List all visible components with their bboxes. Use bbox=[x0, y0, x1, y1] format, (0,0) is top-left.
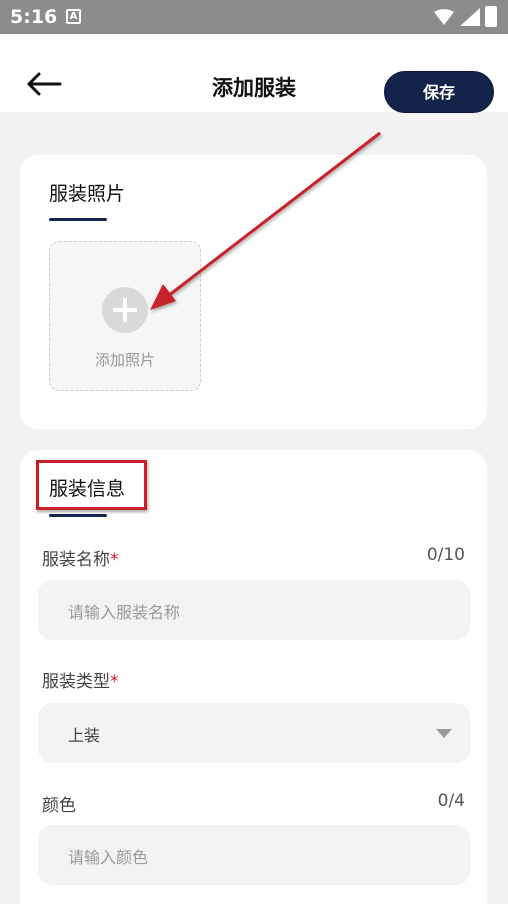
type-select[interactable]: 上装 bbox=[38, 703, 470, 763]
dropdown-triangle-icon bbox=[436, 729, 452, 738]
photo-section-title: 服装照片 bbox=[49, 183, 126, 205]
color-field-label: 颜色 bbox=[42, 796, 76, 816]
info-card: 服装信息 服装名称* 0/10 请输入服装名称 服装类型* 上装 颜色 0/4 … bbox=[20, 450, 487, 904]
top-bar: 添加服装 保存 bbox=[0, 34, 508, 113]
add-photo-button[interactable]: 添加照片 bbox=[49, 241, 201, 391]
annotation-highlight-box bbox=[36, 460, 147, 510]
wifi-icon bbox=[434, 9, 454, 25]
color-input[interactable]: 请输入颜色 bbox=[38, 825, 470, 885]
name-char-count: 0/10 bbox=[426, 545, 465, 565]
type-select-value: 上装 bbox=[68, 726, 101, 745]
plus-icon bbox=[102, 287, 148, 333]
battery-icon bbox=[485, 6, 497, 27]
name-field-label: 服装名称* bbox=[42, 550, 119, 570]
status-bar: 5:16 A bbox=[0, 0, 508, 34]
required-star: * bbox=[110, 672, 119, 692]
required-star: * bbox=[110, 550, 119, 570]
name-input-placeholder: 请输入服装名称 bbox=[68, 603, 181, 622]
photo-section-underline bbox=[49, 218, 107, 221]
save-button[interactable]: 保存 bbox=[384, 71, 494, 113]
type-field-label: 服装类型* bbox=[42, 672, 119, 692]
color-input-placeholder: 请输入颜色 bbox=[68, 848, 149, 867]
add-photo-label: 添加照片 bbox=[94, 351, 155, 369]
notification-a-icon: A bbox=[66, 9, 81, 24]
status-time: 5:16 bbox=[10, 6, 58, 28]
signal-icon bbox=[460, 8, 480, 26]
info-section-underline bbox=[49, 514, 107, 517]
color-char-count: 0/4 bbox=[437, 791, 465, 811]
name-input[interactable]: 请输入服装名称 bbox=[38, 580, 470, 640]
photo-card: 服装照片 添加照片 bbox=[20, 155, 487, 429]
